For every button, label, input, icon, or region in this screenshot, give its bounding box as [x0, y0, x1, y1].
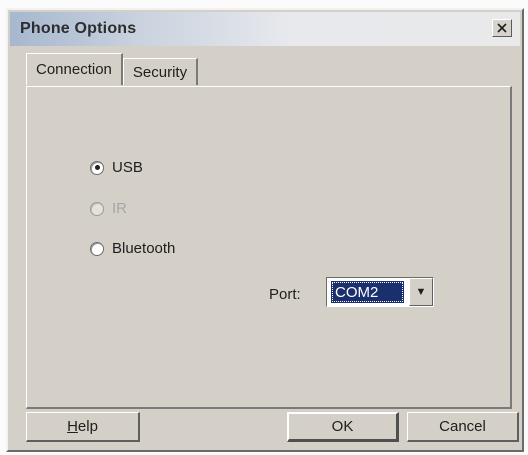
radio-indicator-ir [90, 201, 104, 216]
radio-ir: IR [90, 200, 127, 217]
radio-label-bluetooth: Bluetooth [112, 240, 176, 257]
tab-connection-label: Connection [36, 61, 112, 78]
radio-indicator-bluetooth [90, 241, 104, 256]
chevron-down-icon: ▼ [415, 286, 427, 298]
radio-indicator-usb [90, 160, 104, 175]
port-selected-value[interactable]: COM2 [331, 281, 404, 303]
port-select[interactable]: COM2 ▼ [326, 277, 434, 307]
title-bar: Phone Options [10, 12, 520, 46]
radio-usb[interactable]: USB [90, 159, 143, 176]
tab-strip: Connection Security [26, 53, 199, 85]
window-title: Phone Options [20, 20, 137, 37]
help-button-label: Help [67, 418, 98, 435]
radio-label-ir: IR [112, 200, 127, 217]
tab-security-label: Security [132, 63, 188, 81]
tab-security[interactable]: Security [122, 58, 199, 85]
close-icon [497, 23, 507, 33]
tab-connection[interactable]: Connection [26, 53, 123, 85]
ok-button-label: OK [331, 418, 354, 435]
cancel-button-label: Cancel [439, 418, 486, 435]
cancel-button[interactable]: Cancel [407, 412, 519, 442]
port-dropdown-button[interactable]: ▼ [409, 278, 433, 306]
help-button[interactable]: Help [26, 412, 140, 442]
port-label: Port: [269, 286, 301, 303]
close-button[interactable] [492, 19, 512, 37]
connection-tab-panel: USB IR Bluetooth Port: COM2 ▼ [26, 86, 512, 409]
radio-label-usb: USB [112, 159, 143, 176]
ok-button[interactable]: OK [287, 412, 399, 442]
radio-bluetooth[interactable]: Bluetooth [90, 240, 175, 257]
phone-options-dialog: Phone Options Connection Security USB IR… [6, 8, 524, 452]
